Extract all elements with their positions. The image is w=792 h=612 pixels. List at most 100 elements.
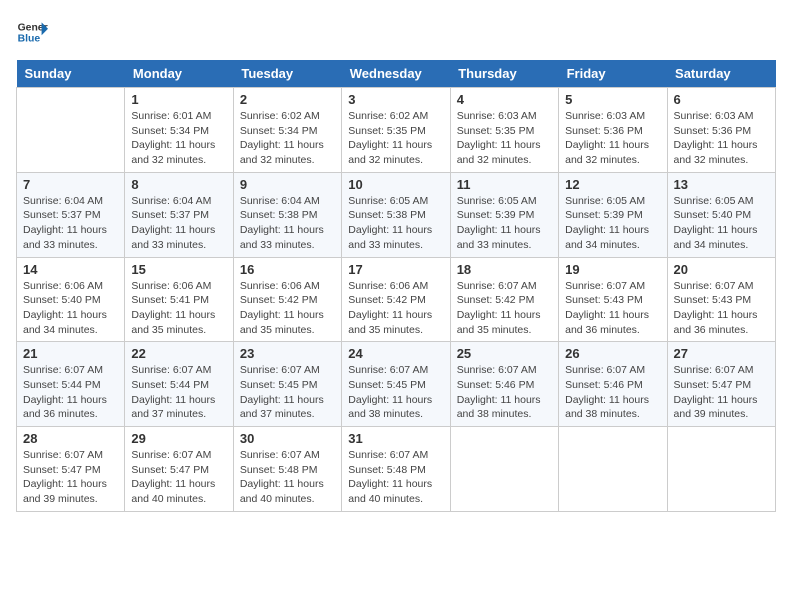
day-number: 20 xyxy=(674,262,769,277)
day-number: 31 xyxy=(348,431,443,446)
calendar-cell: 19 Sunrise: 6:07 AM Sunset: 5:43 PM Dayli… xyxy=(559,257,667,342)
day-info: Sunrise: 6:01 AM Sunset: 5:34 PM Dayligh… xyxy=(131,109,226,168)
calendar-cell: 3Sunrise: 6:02 AM Sunset: 5:35 PM Daylig… xyxy=(342,88,450,173)
day-number: 16 xyxy=(240,262,335,277)
day-number: 29 xyxy=(131,431,226,446)
calendar-cell: 16Sunrise: 6:06 AM Sunset: 5:42 PM Dayli… xyxy=(233,257,341,342)
day-info: Sunrise: 6:06 AM Sunset: 5:42 PM Dayligh… xyxy=(348,279,443,338)
day-number: 30 xyxy=(240,431,335,446)
day-info: Sunrise: 6:06 AM Sunset: 5:40 PM Dayligh… xyxy=(23,279,118,338)
day-number: 6 xyxy=(674,92,769,107)
day-info: Sunrise: 6:03 AM Sunset: 5:36 PM Dayligh… xyxy=(565,109,660,168)
day-number: 9 xyxy=(240,177,335,192)
day-info: Sunrise: 6:05 AM Sunset: 5:39 PM Dayligh… xyxy=(565,194,660,253)
day-number: 18 xyxy=(457,262,552,277)
day-info: Sunrise: 6:06 AM Sunset: 5:41 PM Dayligh… xyxy=(131,279,226,338)
day-number: 13 xyxy=(674,177,769,192)
calendar-cell: 20Sunrise: 6:07 AM Sunset: 5:43 PM Dayli… xyxy=(667,257,775,342)
day-number: 4 xyxy=(457,92,552,107)
day-number: 12 xyxy=(565,177,660,192)
page-header: General Blue xyxy=(16,16,776,48)
calendar-cell: 23 Sunrise: 6:07 AM Sunset: 5:45 PM Dayli… xyxy=(233,342,341,427)
day-info: Sunrise: 6:02 AM Sunset: 5:34 PM Dayligh… xyxy=(240,109,335,168)
calendar-cell: 29 Sunrise: 6:07 AM Sunset: 5:47 PM Dayli… xyxy=(125,427,233,512)
calendar-cell: 1 Sunrise: 6:01 AM Sunset: 5:34 PM Daylig… xyxy=(125,88,233,173)
calendar-body: 1 Sunrise: 6:01 AM Sunset: 5:34 PM Daylig… xyxy=(17,88,776,512)
day-header-wednesday: Wednesday xyxy=(342,60,450,88)
day-info: Sunrise: 6:07 AM Sunset: 5:47 PM Dayligh… xyxy=(674,363,769,422)
calendar-cell: 21Sunrise: 6:07 AM Sunset: 5:44 PM Dayli… xyxy=(17,342,125,427)
day-number: 14 xyxy=(23,262,118,277)
day-number: 1 xyxy=(131,92,226,107)
calendar-cell xyxy=(17,88,125,173)
day-info: Sunrise: 6:07 AM Sunset: 5:46 PM Dayligh… xyxy=(457,363,552,422)
day-info: Sunrise: 6:07 AM Sunset: 5:45 PM Dayligh… xyxy=(348,363,443,422)
day-number: 25 xyxy=(457,346,552,361)
calendar-week-row: 14 Sunrise: 6:06 AM Sunset: 5:40 PM Dayli… xyxy=(17,257,776,342)
day-info: Sunrise: 6:07 AM Sunset: 5:43 PM Dayligh… xyxy=(565,279,660,338)
day-header-sunday: Sunday xyxy=(17,60,125,88)
day-number: 17 xyxy=(348,262,443,277)
day-header-saturday: Saturday xyxy=(667,60,775,88)
day-info: Sunrise: 6:07 AM Sunset: 5:44 PM Dayligh… xyxy=(23,363,118,422)
day-number: 8 xyxy=(131,177,226,192)
calendar-cell: 24 Sunrise: 6:07 AM Sunset: 5:45 PM Dayli… xyxy=(342,342,450,427)
day-info: Sunrise: 6:03 AM Sunset: 5:35 PM Dayligh… xyxy=(457,109,552,168)
calendar-header-row: SundayMondayTuesdayWednesdayThursdayFrid… xyxy=(17,60,776,88)
calendar-cell xyxy=(667,427,775,512)
day-info: Sunrise: 6:07 AM Sunset: 5:46 PM Dayligh… xyxy=(565,363,660,422)
day-number: 15 xyxy=(131,262,226,277)
logo-icon: General Blue xyxy=(16,16,48,48)
day-number: 22 xyxy=(131,346,226,361)
calendar-cell: 13 Sunrise: 6:05 AM Sunset: 5:40 PM Dayli… xyxy=(667,172,775,257)
day-header-monday: Monday xyxy=(125,60,233,88)
svg-text:Blue: Blue xyxy=(18,34,41,45)
day-number: 7 xyxy=(23,177,118,192)
day-info: Sunrise: 6:07 AM Sunset: 5:48 PM Dayligh… xyxy=(348,448,443,507)
day-number: 2 xyxy=(240,92,335,107)
day-number: 5 xyxy=(565,92,660,107)
calendar-cell: 10Sunrise: 6:05 AM Sunset: 5:38 PM Dayli… xyxy=(342,172,450,257)
calendar-cell: 17 Sunrise: 6:06 AM Sunset: 5:42 PM Dayli… xyxy=(342,257,450,342)
day-info: Sunrise: 6:03 AM Sunset: 5:36 PM Dayligh… xyxy=(674,109,769,168)
calendar-week-row: 1 Sunrise: 6:01 AM Sunset: 5:34 PM Daylig… xyxy=(17,88,776,173)
calendar-cell xyxy=(450,427,558,512)
calendar-cell: 9 Sunrise: 6:04 AM Sunset: 5:38 PM Daylig… xyxy=(233,172,341,257)
day-info: Sunrise: 6:04 AM Sunset: 5:37 PM Dayligh… xyxy=(23,194,118,253)
day-info: Sunrise: 6:05 AM Sunset: 5:38 PM Dayligh… xyxy=(348,194,443,253)
day-info: Sunrise: 6:07 AM Sunset: 5:47 PM Dayligh… xyxy=(23,448,118,507)
calendar-cell: 18Sunrise: 6:07 AM Sunset: 5:42 PM Dayli… xyxy=(450,257,558,342)
day-number: 19 xyxy=(565,262,660,277)
day-number: 11 xyxy=(457,177,552,192)
day-info: Sunrise: 6:04 AM Sunset: 5:37 PM Dayligh… xyxy=(131,194,226,253)
day-number: 23 xyxy=(240,346,335,361)
day-header-friday: Friday xyxy=(559,60,667,88)
logo: General Blue xyxy=(16,16,48,48)
day-info: Sunrise: 6:05 AM Sunset: 5:40 PM Dayligh… xyxy=(674,194,769,253)
calendar-cell: 5 Sunrise: 6:03 AM Sunset: 5:36 PM Daylig… xyxy=(559,88,667,173)
day-info: Sunrise: 6:07 AM Sunset: 5:45 PM Dayligh… xyxy=(240,363,335,422)
calendar-week-row: 21Sunrise: 6:07 AM Sunset: 5:44 PM Dayli… xyxy=(17,342,776,427)
day-header-thursday: Thursday xyxy=(450,60,558,88)
day-info: Sunrise: 6:04 AM Sunset: 5:38 PM Dayligh… xyxy=(240,194,335,253)
day-info: Sunrise: 6:07 AM Sunset: 5:48 PM Dayligh… xyxy=(240,448,335,507)
calendar-week-row: 28Sunrise: 6:07 AM Sunset: 5:47 PM Dayli… xyxy=(17,427,776,512)
calendar-cell: 12 Sunrise: 6:05 AM Sunset: 5:39 PM Dayli… xyxy=(559,172,667,257)
calendar-cell: 11 Sunrise: 6:05 AM Sunset: 5:39 PM Dayli… xyxy=(450,172,558,257)
calendar-cell: 30 Sunrise: 6:07 AM Sunset: 5:48 PM Dayli… xyxy=(233,427,341,512)
calendar-cell: 2 Sunrise: 6:02 AM Sunset: 5:34 PM Daylig… xyxy=(233,88,341,173)
calendar-cell: 26Sunrise: 6:07 AM Sunset: 5:46 PM Dayli… xyxy=(559,342,667,427)
calendar-cell: 25 Sunrise: 6:07 AM Sunset: 5:46 PM Dayli… xyxy=(450,342,558,427)
day-number: 3 xyxy=(348,92,443,107)
day-info: Sunrise: 6:07 AM Sunset: 5:47 PM Dayligh… xyxy=(131,448,226,507)
calendar-cell: 27Sunrise: 6:07 AM Sunset: 5:47 PM Dayli… xyxy=(667,342,775,427)
calendar-cell: 14 Sunrise: 6:06 AM Sunset: 5:40 PM Dayli… xyxy=(17,257,125,342)
calendar-cell: 6 Sunrise: 6:03 AM Sunset: 5:36 PM Daylig… xyxy=(667,88,775,173)
calendar-cell xyxy=(559,427,667,512)
calendar-table: SundayMondayTuesdayWednesdayThursdayFrid… xyxy=(16,60,776,512)
day-number: 24 xyxy=(348,346,443,361)
calendar-cell: 22Sunrise: 6:07 AM Sunset: 5:44 PM Dayli… xyxy=(125,342,233,427)
day-info: Sunrise: 6:05 AM Sunset: 5:39 PM Dayligh… xyxy=(457,194,552,253)
calendar-cell: 28Sunrise: 6:07 AM Sunset: 5:47 PM Dayli… xyxy=(17,427,125,512)
calendar-cell: 7 Sunrise: 6:04 AM Sunset: 5:37 PM Daylig… xyxy=(17,172,125,257)
